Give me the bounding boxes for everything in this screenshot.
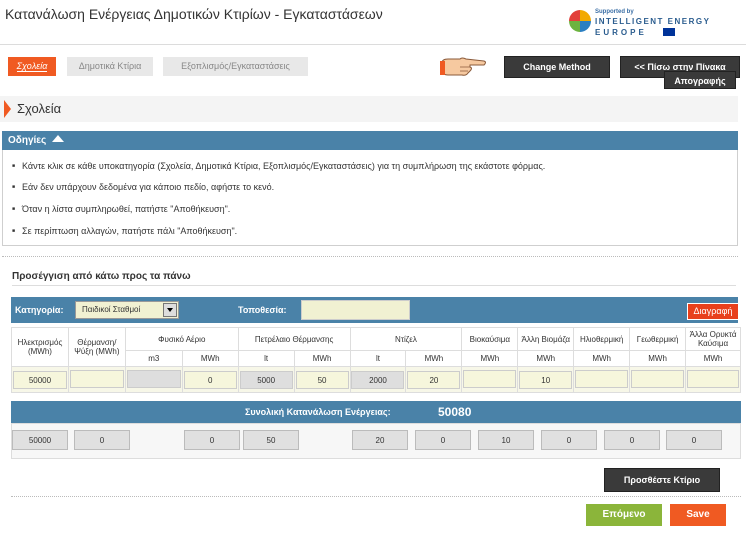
unit-mwh: MWh — [517, 350, 575, 367]
col-header-heating-oil: Πετρέλαιο Θέρμανσης — [237, 327, 351, 351]
tab-schools-label: Σχολεία — [16, 61, 48, 72]
intelligent-energy-europe-logo: Supported by INTELLIGENT ENERGY EUROPE — [567, 7, 737, 41]
instructions-header: Οδηγίες — [8, 135, 47, 146]
summary-biofuels: 0 — [415, 430, 471, 450]
unit-lt: lt — [349, 350, 407, 367]
unit-mwh: MWh — [573, 350, 631, 367]
heating-cooling-input[interactable] — [69, 369, 124, 388]
divider — [11, 496, 741, 497]
col-header-natural-gas: Φυσικό Αέριο — [124, 327, 239, 351]
section-marker-icon — [4, 100, 11, 118]
consumption-table: Ηλεκτρισμός (MWh) Θέρμανση/Ψύξη (MWh) Φυ… — [11, 327, 741, 393]
unit-m3: m3 — [124, 350, 183, 367]
col-header-biofuels: Βιοκαύσιμα — [461, 327, 519, 351]
divider — [12, 285, 736, 286]
tab-schools[interactable]: Σχολεία — [8, 57, 56, 76]
page-title: Κατανάλωση Ενέργειας Δημοτικών Κτιρίων -… — [5, 6, 383, 22]
col-header-electricity: Ηλεκτρισμός (MWh) — [11, 327, 69, 367]
logo-line2: EUROPE — [595, 28, 647, 37]
col-header-geothermal: Γεωθερμική — [629, 327, 687, 351]
save-button[interactable]: Save — [670, 504, 726, 526]
electricity-input[interactable]: 50000 — [12, 370, 67, 389]
logo-emblem-icon — [569, 10, 591, 32]
col-header-other-fossil: Άλλα Ορυκτά Καύσιμα — [685, 327, 741, 351]
unit-mwh: MWh — [181, 350, 239, 367]
tab-municipal-buildings[interactable]: Δημοτικά Κτίρια — [67, 57, 153, 76]
collapse-arrow-icon — [52, 135, 65, 142]
location-label: Τοποθεσία: — [238, 305, 287, 315]
solar-thermal-input[interactable] — [575, 369, 629, 388]
summary-electricity: 50000 — [12, 430, 68, 450]
summary-solar-thermal: 0 — [541, 430, 597, 450]
summary-heating-cooling: 0 — [74, 430, 130, 450]
location-input[interactable] — [301, 300, 410, 320]
unit-mwh: MWh — [629, 350, 687, 367]
diesel-lt-input[interactable]: 2000 — [351, 370, 405, 389]
table-row: 50000 0 5000 50 2000 20 10 — [11, 366, 741, 393]
heating-oil-lt-input[interactable]: 5000 — [239, 370, 293, 389]
other-fossil-input[interactable] — [687, 369, 740, 388]
natural-gas-mwh-input[interactable]: 0 — [183, 370, 237, 389]
tab-equipment-facilities[interactable]: Εξοπλισμός/Εγκαταστάσεις — [163, 57, 308, 76]
col-header-heating-cooling: Θέρμανση/Ψύξη (MWh) — [67, 327, 126, 367]
pointing-hand-icon — [440, 57, 486, 76]
col-header-other-biomass: Άλλη Βιομάζα — [517, 327, 575, 351]
instruction-item: Σε περίπτωση αλλαγών, πατήστε πάλι "Αποθ… — [12, 226, 237, 236]
heating-oil-mwh-input[interactable]: 50 — [295, 370, 349, 389]
approach-title: Προσέγγιση από κάτω προς τα πάνω — [12, 271, 191, 282]
instructions-toggle[interactable]: Οδηγίες — [2, 131, 738, 150]
geothermal-input[interactable] — [631, 369, 685, 388]
summary-geothermal: 0 — [604, 430, 660, 450]
logo-supported-by: Supported by — [595, 9, 634, 15]
diesel-mwh-input[interactable]: 20 — [407, 370, 461, 389]
other-biomass-input[interactable]: 10 — [519, 370, 573, 389]
delete-button[interactable]: Διαγραφή — [687, 303, 739, 320]
divider — [2, 256, 738, 257]
category-selected-value: Παιδικοί Σταθμοί — [82, 305, 141, 314]
instruction-item: Κάντε κλικ σε κάθε υποκατηγορία (Σχολεία… — [12, 161, 545, 171]
change-method-button[interactable]: Change Method — [504, 56, 610, 78]
summary-other-fossil: 0 — [666, 430, 722, 450]
chevron-down-icon — [163, 303, 177, 317]
category-label: Κατηγορία: — [15, 305, 64, 315]
summary-other-biomass: 10 — [478, 430, 534, 450]
next-button[interactable]: Επόμενο — [586, 504, 662, 526]
biofuels-input[interactable] — [463, 369, 517, 388]
unit-mwh: MWh — [461, 350, 519, 367]
summary-heating-oil: 50 — [243, 430, 299, 450]
instruction-item: Εάν δεν υπάρχουν δεδομένα για κάποιο πεδ… — [12, 182, 274, 192]
unit-mwh: MWh — [685, 350, 741, 367]
natural-gas-m3-input[interactable] — [126, 369, 181, 388]
col-header-solar-thermal: Ηλιοθερμική — [573, 327, 631, 351]
header-divider — [0, 44, 746, 45]
category-select[interactable]: Παιδικοί Σταθμοί — [75, 301, 179, 319]
total-consumption-value: 50080 — [438, 405, 472, 419]
unit-mwh: MWh — [405, 350, 463, 367]
total-consumption-label: Συνολική Κατανάλωση Ενέργειας: — [245, 407, 391, 417]
section-header — [0, 96, 738, 122]
eu-flag-icon — [663, 28, 675, 36]
summary-natural-gas: 0 — [184, 430, 240, 450]
summary-diesel: 20 — [352, 430, 408, 450]
inventory-button[interactable]: Απογραφής — [664, 71, 736, 89]
section-title: Σχολεία — [17, 101, 62, 116]
unit-mwh: MWh — [293, 350, 351, 367]
add-building-button[interactable]: Προσθέστε Κτίριο — [604, 468, 720, 492]
unit-lt: lt — [237, 350, 295, 367]
col-header-diesel: Ντίζελ — [349, 327, 463, 351]
instruction-item: Όταν η λίστα συμπληρωθεί, πατήστε "Αποθή… — [12, 204, 230, 214]
logo-line1: INTELLIGENT ENERGY — [595, 17, 711, 26]
